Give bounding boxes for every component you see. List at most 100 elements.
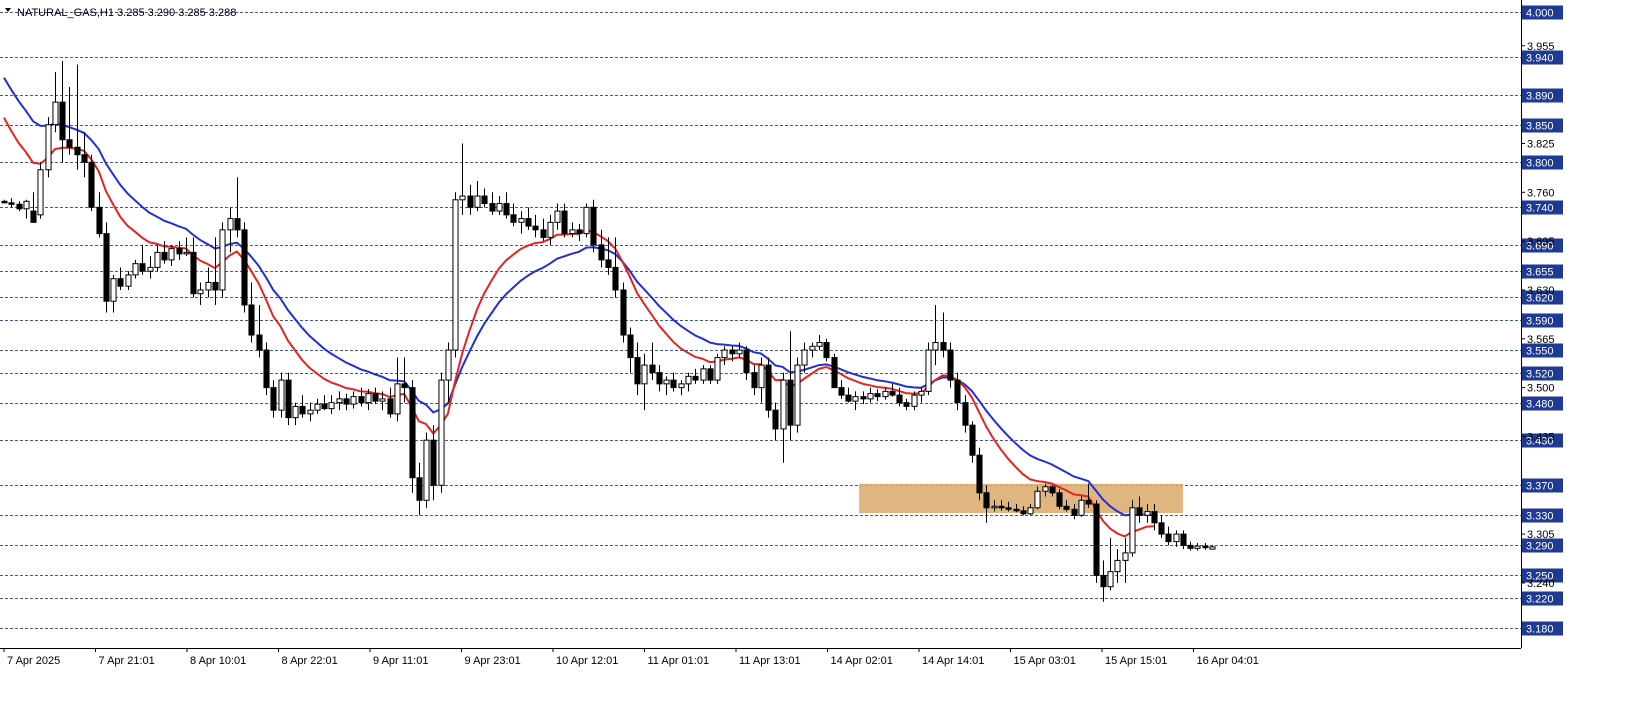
- candle-body: [605, 259, 612, 268]
- candle-body: [641, 364, 648, 385]
- candle-body: [751, 372, 758, 389]
- candle-body: [314, 403, 321, 411]
- candle[interactable]: [620, 282, 627, 343]
- candle[interactable]: [409, 380, 416, 493]
- candle[interactable]: [831, 353, 838, 389]
- candle[interactable]: [241, 222, 248, 313]
- candle-body: [365, 393, 372, 404]
- candle-body: [1129, 507, 1136, 554]
- candle-body: [350, 396, 357, 405]
- candle-body: [96, 206, 103, 235]
- candle-body: [882, 390, 889, 398]
- candle[interactable]: [423, 432, 430, 508]
- candle[interactable]: [794, 357, 801, 433]
- candle-body: [721, 349, 728, 359]
- candle-body: [387, 398, 394, 415]
- level-price-label: 3.220: [1526, 594, 1554, 606]
- candle-body: [583, 206, 590, 235]
- time-tick-label: 10 Apr 12:01: [556, 655, 618, 667]
- candle-body: [1013, 508, 1020, 512]
- time-tick-label: 7 Apr 21:01: [99, 655, 155, 667]
- candle-body: [1209, 546, 1216, 550]
- candle-body: [954, 379, 961, 404]
- candle-body: [860, 396, 867, 400]
- candle-body: [540, 229, 547, 238]
- candle[interactable]: [452, 192, 459, 358]
- candle-body: [852, 396, 859, 402]
- candle[interactable]: [925, 342, 932, 396]
- candle[interactable]: [765, 357, 772, 418]
- candle-body: [794, 364, 801, 426]
- candle-body: [445, 349, 452, 381]
- candle-body: [525, 218, 532, 227]
- candlestick-chart[interactable]: 4.0003.9403.8903.8503.8003.7403.6903.655…: [0, 0, 1651, 707]
- level-price-label: 3.655: [1526, 267, 1554, 279]
- candle-body: [510, 214, 517, 223]
- candle-body: [430, 439, 437, 486]
- chart-window[interactable]: 4.000 3.940 3.890 3.850 3.800 3.740 3.690 3.655…: [0, 0, 1651, 707]
- candle-body: [285, 379, 292, 419]
- candle[interactable]: [1129, 500, 1136, 557]
- candle-body: [801, 349, 808, 366]
- candle-body: [168, 248, 175, 261]
- candle-body: [1194, 545, 1201, 549]
- level-price-label: 3.850: [1526, 121, 1554, 133]
- candle-body: [1180, 533, 1187, 546]
- candle-body: [299, 405, 306, 415]
- level-price-label: 3.890: [1526, 91, 1554, 103]
- candle-body: [278, 379, 285, 411]
- candle[interactable]: [263, 342, 270, 396]
- candle[interactable]: [583, 203, 590, 238]
- candle[interactable]: [1093, 500, 1100, 583]
- candle[interactable]: [438, 372, 445, 493]
- candle-body: [256, 334, 263, 351]
- candle[interactable]: [714, 353, 721, 384]
- time-tick-label: 8 Apr 22:01: [282, 655, 338, 667]
- candle-body: [503, 203, 510, 216]
- candle[interactable]: [976, 447, 983, 501]
- candle-body: [1187, 544, 1194, 549]
- candle-body: [649, 364, 656, 374]
- candle-body: [197, 289, 204, 295]
- candle-body: [809, 345, 816, 351]
- candle-body: [81, 154, 88, 163]
- candle-body: [845, 394, 852, 402]
- level-price-label: 3.590: [1526, 316, 1554, 328]
- candle-body: [1122, 552, 1129, 561]
- symbol-ohlc-label: NATURAL_GAS,H1 3.285 3.290 3.285 3.288: [17, 7, 236, 19]
- level-price-label: 3.740: [1526, 203, 1554, 215]
- candle-body: [176, 248, 183, 255]
- candle-body: [983, 492, 990, 509]
- candle-body: [925, 349, 932, 392]
- candle-body: [110, 278, 117, 302]
- candle-body: [1005, 507, 1012, 510]
- candle-body: [962, 402, 969, 426]
- time-tick-label: 15 Apr 15:01: [1105, 655, 1167, 667]
- candle[interactable]: [590, 199, 597, 253]
- time-tick-label: 8 Apr 10:01: [190, 655, 246, 667]
- candle-body: [554, 210, 561, 223]
- candle-body: [896, 394, 903, 404]
- candle[interactable]: [219, 222, 226, 298]
- candle-body: [292, 405, 299, 419]
- candle-body: [627, 334, 634, 359]
- candle-body: [438, 379, 445, 486]
- candle-body: [656, 372, 663, 385]
- candle[interactable]: [103, 222, 110, 313]
- candle-body: [336, 398, 343, 404]
- candle-body: [532, 225, 539, 231]
- candle[interactable]: [285, 372, 292, 426]
- candle[interactable]: [45, 117, 52, 178]
- candle-body: [940, 342, 947, 351]
- candle-body: [991, 505, 998, 509]
- candle-body: [947, 349, 954, 381]
- candle-body: [663, 379, 670, 385]
- candle-body: [823, 342, 830, 359]
- candle[interactable]: [37, 162, 44, 219]
- candle-body: [66, 139, 73, 148]
- candle[interactable]: [88, 154, 95, 212]
- candle-body: [889, 390, 896, 396]
- candle[interactable]: [823, 338, 830, 362]
- candle-body: [45, 124, 52, 171]
- candle-body: [918, 390, 925, 396]
